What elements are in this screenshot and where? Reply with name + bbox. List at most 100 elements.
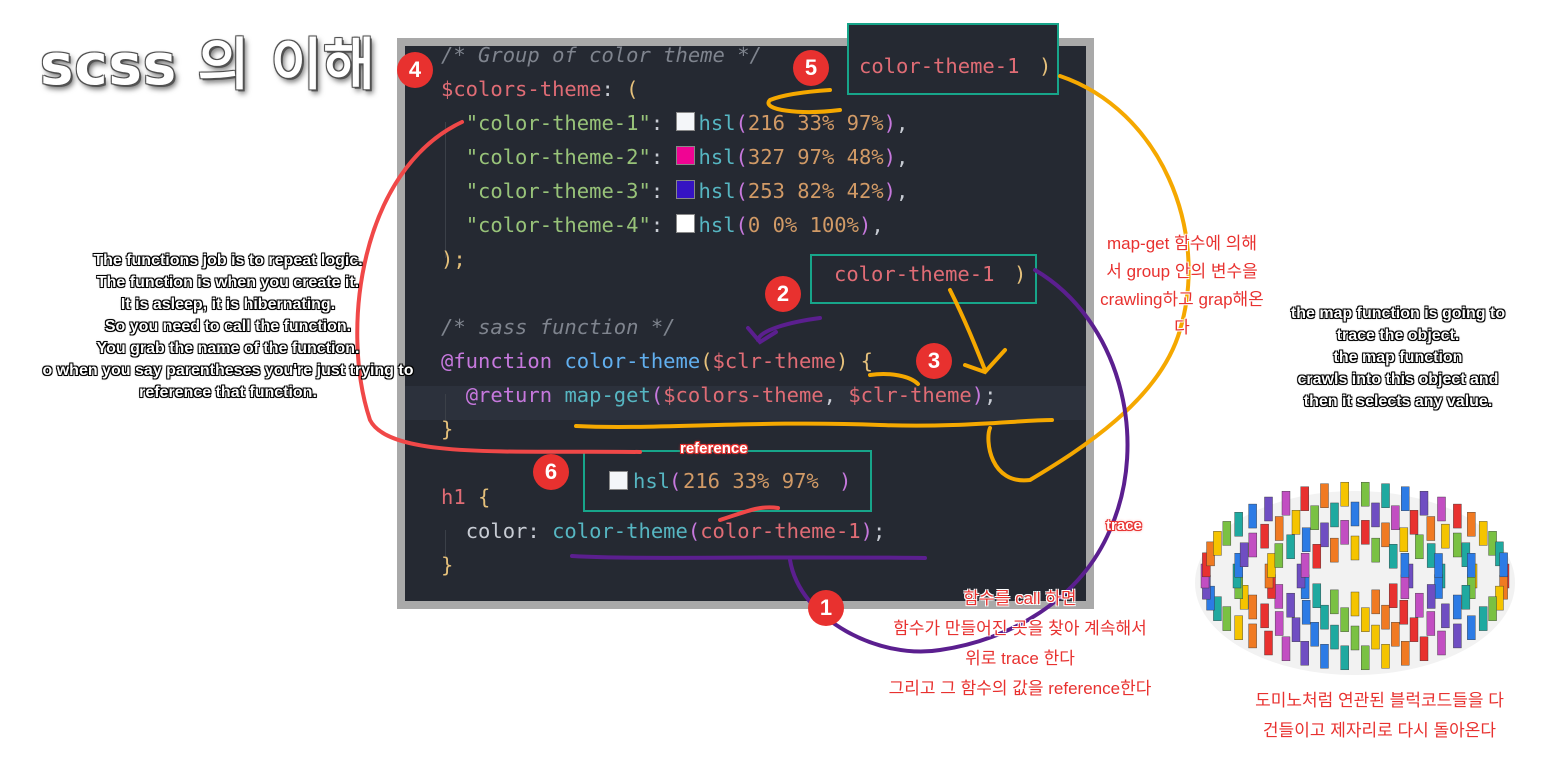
domino-piece — [1415, 534, 1424, 560]
code-line-close-fn: } — [441, 412, 453, 446]
domino-piece — [1312, 544, 1322, 569]
domino-piece — [1274, 611, 1284, 636]
domino-piece — [1426, 516, 1436, 541]
domino-piece — [1274, 516, 1284, 541]
color-swatch — [675, 214, 695, 233]
note-line: The function is when you create it. — [96, 274, 360, 291]
note-line: The functions job is to repeat logic. — [93, 252, 363, 269]
domino-piece — [1350, 625, 1360, 651]
code-line-function: @function color-theme($clr-theme) { — [441, 349, 873, 373]
domino-piece — [1340, 607, 1349, 632]
domino-piece — [1350, 501, 1360, 527]
code-line-color: color: color-theme(color-theme-1); — [465, 519, 886, 543]
badge-5: 5 — [793, 50, 829, 86]
color-swatch — [675, 180, 695, 199]
badge-2: 2 — [765, 276, 801, 312]
open-brace: { — [860, 349, 873, 373]
domino-piece — [1274, 584, 1284, 609]
domino-piece — [1310, 622, 1319, 647]
function-name: color-theme — [564, 349, 701, 373]
domino-piece — [1260, 523, 1269, 549]
domino-piece — [1286, 592, 1295, 618]
note-line: 그리고 그 함수의 값을 reference한다 — [888, 679, 1152, 698]
color-swatch — [675, 112, 695, 131]
domino-piece — [1452, 594, 1462, 620]
domino-piece — [1340, 645, 1349, 671]
code-line-1: /* Group of color theme */ — [441, 38, 762, 72]
map-get-function: map-get — [564, 383, 651, 407]
korean-call-note: 함수를 call 하면 함수가 만들어진 곳을 찾아 계속해서 위로 trace… — [850, 584, 1190, 704]
function-param: $clr-theme — [712, 349, 836, 373]
map-key: "color-theme-3" — [465, 179, 651, 203]
badge-1: 1 — [808, 590, 844, 626]
code-line-close-sel: } — [441, 548, 453, 582]
domino-piece — [1419, 636, 1429, 662]
domino-piece — [1409, 617, 1419, 642]
domino-piece — [1312, 583, 1322, 608]
box-text: color-theme-1 — [834, 262, 995, 286]
domino-piece — [1274, 543, 1284, 568]
comment: /* sass function */ — [441, 315, 676, 339]
code-editor-screenshot: /* Group of color theme */ $colors-theme… — [397, 38, 1094, 609]
domino-piece — [1391, 622, 1400, 647]
domino-piece — [1467, 512, 1476, 537]
domino-piece — [1222, 606, 1232, 631]
hsl-args: 327 97% 48% — [747, 145, 884, 169]
domino-piece — [1499, 552, 1508, 578]
domino-piece — [1371, 589, 1380, 615]
domino-piece — [1286, 534, 1295, 560]
domino-piece — [1222, 521, 1232, 546]
domino-piece — [1301, 527, 1311, 552]
annotation-box-5: color-theme-1) — [847, 23, 1059, 95]
hsl-args: 216 33% 97% — [683, 469, 819, 493]
note-line: 건들이고 제자리로 다시 돌아온다 — [1262, 721, 1497, 740]
note-line: trace the object. — [1336, 327, 1460, 344]
annotation-box-6: hsl ( 216 33% 97% ) — [583, 450, 872, 512]
domino-piece — [1350, 591, 1360, 617]
domino-piece — [1409, 510, 1419, 535]
domino-piece — [1478, 606, 1488, 631]
badge-4: 4 — [397, 52, 433, 88]
hsl-function: hsl — [698, 213, 736, 237]
domino-piece — [1300, 553, 1310, 578]
annotation-box-2: color-theme-1) — [810, 254, 1037, 304]
note-line: o when you say parentheses you're just t… — [42, 362, 414, 379]
map-key: "color-theme-1" — [465, 111, 651, 135]
domino-piece — [1320, 644, 1329, 669]
domino-piece — [1264, 630, 1273, 656]
domino-piece — [1453, 623, 1462, 649]
return-keyword: @return — [465, 383, 553, 407]
hsl-args: 253 82% 42% — [747, 179, 884, 203]
domino-piece — [1441, 603, 1450, 629]
domino-piece — [1300, 641, 1309, 666]
domino-piece — [1478, 521, 1488, 546]
domino-piece — [1381, 644, 1390, 669]
property: color — [465, 519, 528, 543]
note-line: 도미노처럼 연관된 블럭코드들을 다 — [1255, 691, 1504, 710]
call-function: color-theme — [552, 519, 688, 543]
note-line: It is asleep, it is hibernating. — [120, 296, 336, 313]
domino-piece — [1320, 483, 1329, 508]
map-entry: "color-theme-4": hsl(0 0% 100%), — [465, 213, 884, 237]
domino-piece — [1281, 490, 1291, 516]
map-entry: "color-theme-2": hsl(327 97% 48%), — [465, 145, 909, 169]
domino-piece — [1399, 600, 1409, 625]
function-keyword: @function — [441, 349, 553, 373]
code-editor: /* Group of color theme */ $colors-theme… — [405, 43, 1086, 601]
domino-piece — [1248, 623, 1257, 649]
open-paren: ( — [626, 77, 639, 101]
hsl-function: hsl — [698, 179, 736, 203]
map-entry: "color-theme-1": hsl(216 33% 97%), — [465, 111, 909, 135]
korean-domino-note: 도미노처럼 연관된 블럭코드들을 다 건들이고 제자리로 다시 돌아온다 — [1212, 686, 1547, 746]
map-key: "color-theme-2" — [465, 145, 651, 169]
domino-piece — [1350, 535, 1360, 561]
domino-piece — [1248, 594, 1258, 620]
note-line: reference that function. — [139, 384, 317, 401]
domino-piece — [1361, 481, 1370, 507]
return-arg-map-suffix: -theme — [749, 383, 824, 407]
domino-piece — [1488, 596, 1497, 621]
code-line-2: $colors-theme: ( — [441, 72, 638, 106]
domino-piece — [1467, 615, 1476, 640]
domino-piece — [1452, 532, 1462, 558]
code-line-comment2: /* sass function */ — [441, 310, 676, 344]
